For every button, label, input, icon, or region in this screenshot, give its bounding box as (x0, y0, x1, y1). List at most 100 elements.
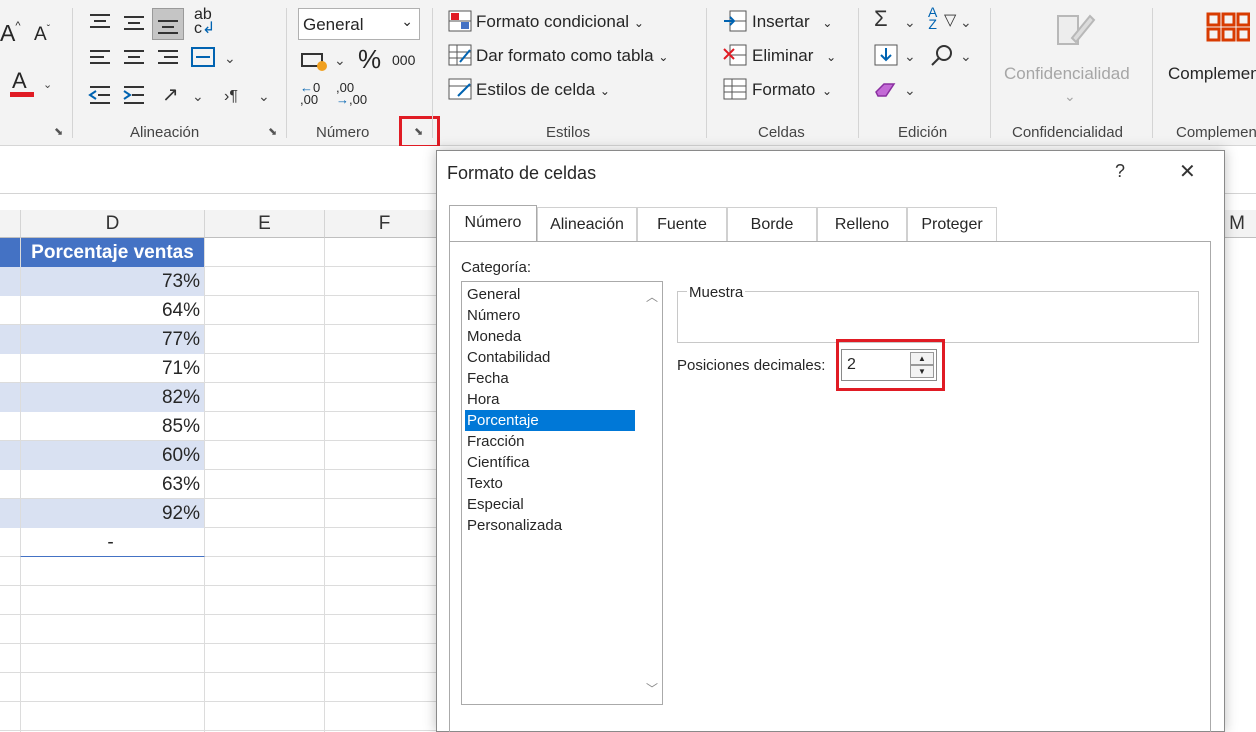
row-fill (0, 238, 20, 267)
empty-row[interactable] (0, 673, 440, 702)
percent-cell[interactable]: 92% (20, 499, 205, 528)
rtl-direction-icon[interactable]: ›¶ (224, 86, 238, 108)
wrap-text-button[interactable]: ab c↲ (194, 7, 215, 37)
decrease-decimal-button[interactable]: ,00 →,00 (336, 81, 367, 106)
align-top-icon[interactable] (88, 12, 112, 32)
category-item[interactable]: General (465, 284, 635, 305)
number-format-select[interactable]: General ⌄ (298, 8, 420, 40)
align-left-icon[interactable] (88, 48, 112, 68)
increase-font-size-button[interactable]: A^ (0, 20, 21, 47)
empty-row[interactable] (0, 586, 440, 615)
orientation-icon[interactable]: ↗ (162, 84, 179, 106)
decrease-indent-icon[interactable] (88, 84, 112, 106)
percent-cell[interactable]: 71% (20, 354, 205, 383)
accounting-dropdown-icon[interactable]: ⌄ (334, 52, 346, 69)
row-fill (0, 441, 20, 470)
category-item[interactable]: Fecha (465, 368, 635, 389)
sort-filter-dropdown-icon[interactable]: ⌄ (960, 14, 972, 31)
fill-dropdown-icon[interactable]: ⌄ (904, 48, 916, 65)
format-cells-icon (723, 78, 747, 100)
category-scrollbar[interactable]: ︿ ﹀ (642, 282, 662, 704)
column-header-e[interactable]: E (205, 210, 325, 238)
percent-cell[interactable]: 63% (20, 470, 205, 499)
percent-cell[interactable]: - (20, 528, 205, 557)
empty-row[interactable] (0, 702, 440, 731)
category-item[interactable]: Hora (465, 389, 635, 410)
cell-styles-button[interactable]: Estilos de celda ⌄ (476, 80, 610, 100)
number-group-label: Número (316, 124, 370, 141)
percent-cell[interactable]: 82% (20, 383, 205, 412)
addins-grid-icon[interactable] (1206, 12, 1250, 52)
complements-button[interactable]: Complemen (1168, 64, 1256, 84)
font-color-bar (10, 92, 34, 97)
scroll-down-icon[interactable]: ﹀ (646, 680, 658, 697)
find-select-icon[interactable] (930, 44, 954, 68)
tab-borde[interactable]: Borde (727, 207, 817, 241)
insert-button[interactable]: Insertar ⌄ (752, 12, 832, 32)
category-item[interactable]: Contabilidad (465, 347, 635, 368)
align-bottom-icon (158, 20, 178, 34)
direction-dropdown-icon[interactable]: ⌄ (258, 88, 270, 105)
decrease-font-size-button[interactable]: Aˇ (34, 24, 50, 46)
table-row: 71% (0, 354, 440, 383)
percent-cell[interactable]: 73% (20, 267, 205, 296)
comma-style-button[interactable]: 000 (392, 52, 415, 68)
empty-row[interactable] (0, 557, 440, 586)
find-select-dropdown-icon[interactable]: ⌄ (960, 48, 972, 65)
align-right-icon[interactable] (156, 48, 180, 68)
merge-center-icon[interactable] (190, 46, 216, 68)
font-group-launcher-icon[interactable]: ⬊ (54, 126, 66, 138)
empty-row[interactable] (0, 644, 440, 673)
accounting-format-icon[interactable] (300, 50, 330, 72)
autosum-dropdown-icon[interactable]: ⌄ (904, 14, 916, 31)
align-middle-icon[interactable] (122, 14, 146, 34)
tab-fuente[interactable]: Fuente (637, 207, 727, 241)
font-color-button[interactable]: A (12, 68, 27, 94)
format-button[interactable]: Formato ⌄ (752, 80, 832, 100)
confidentiality-button[interactable]: Confidencialidad (1004, 64, 1130, 84)
empty-row[interactable] (0, 615, 440, 644)
number-format-dropdown-icon: ⌄ (401, 13, 413, 29)
orientation-dropdown-icon[interactable]: ⌄ (192, 88, 204, 105)
merge-center-dropdown-icon[interactable]: ⌄ (224, 50, 236, 67)
fill-icon[interactable] (874, 44, 898, 66)
increase-indent-icon[interactable] (122, 84, 146, 106)
category-item[interactable]: Personalizada (465, 515, 635, 536)
column-header-d[interactable]: D (20, 210, 205, 238)
table-header-cell[interactable]: Porcentaje ventas (20, 238, 205, 267)
tab-relleno[interactable]: Relleno (817, 207, 907, 241)
category-item[interactable]: Especial (465, 494, 635, 515)
category-item[interactable]: Moneda (465, 326, 635, 347)
conditional-format-button[interactable]: Formato condicional ⌄ (476, 12, 644, 32)
font-color-dropdown-icon[interactable]: ⌄ (43, 78, 52, 91)
format-as-table-button[interactable]: Dar formato como tabla ⌄ (476, 46, 668, 66)
category-item[interactable]: Científica (465, 452, 635, 473)
category-item[interactable]: Texto (465, 473, 635, 494)
filter-funnel-icon[interactable]: ▽ (944, 10, 956, 32)
alignment-group-launcher-icon[interactable]: ⬊ (268, 126, 280, 138)
category-item[interactable]: Fracción (465, 431, 635, 452)
percent-cell[interactable]: 77% (20, 325, 205, 354)
percent-cell[interactable]: 85% (20, 412, 205, 441)
clear-eraser-icon[interactable] (874, 80, 898, 100)
category-listbox[interactable]: ︿ ﹀ General Número Moneda Contabilidad Fecha… (461, 281, 663, 705)
category-item[interactable]: Porcentaje (465, 410, 635, 431)
percent-cell[interactable]: 64% (20, 296, 205, 325)
clear-dropdown-icon[interactable]: ⌄ (904, 82, 916, 99)
category-item[interactable]: Número (465, 305, 635, 326)
tab-proteger[interactable]: Proteger (907, 207, 997, 241)
format-as-table-icon (448, 44, 472, 66)
percent-style-button[interactable]: % (358, 44, 381, 75)
decimal-places-label: Posiciones decimales: (677, 357, 826, 374)
percent-cell[interactable]: 60% (20, 441, 205, 470)
scroll-up-icon[interactable]: ︿ (646, 288, 658, 305)
sample-label: Muestra (687, 284, 746, 301)
sort-filter-icon[interactable]: AZ (928, 5, 937, 31)
column-header-f[interactable]: F (325, 210, 445, 238)
tab-alineacion[interactable]: Alineación (537, 207, 637, 241)
autosum-icon[interactable]: Σ (874, 8, 888, 30)
delete-button[interactable]: Eliminar ⌄ (752, 46, 836, 66)
align-center-icon[interactable] (122, 48, 146, 68)
tab-numero[interactable]: Número (449, 205, 537, 241)
increase-decimal-button[interactable]: ←0,00 (300, 81, 320, 106)
